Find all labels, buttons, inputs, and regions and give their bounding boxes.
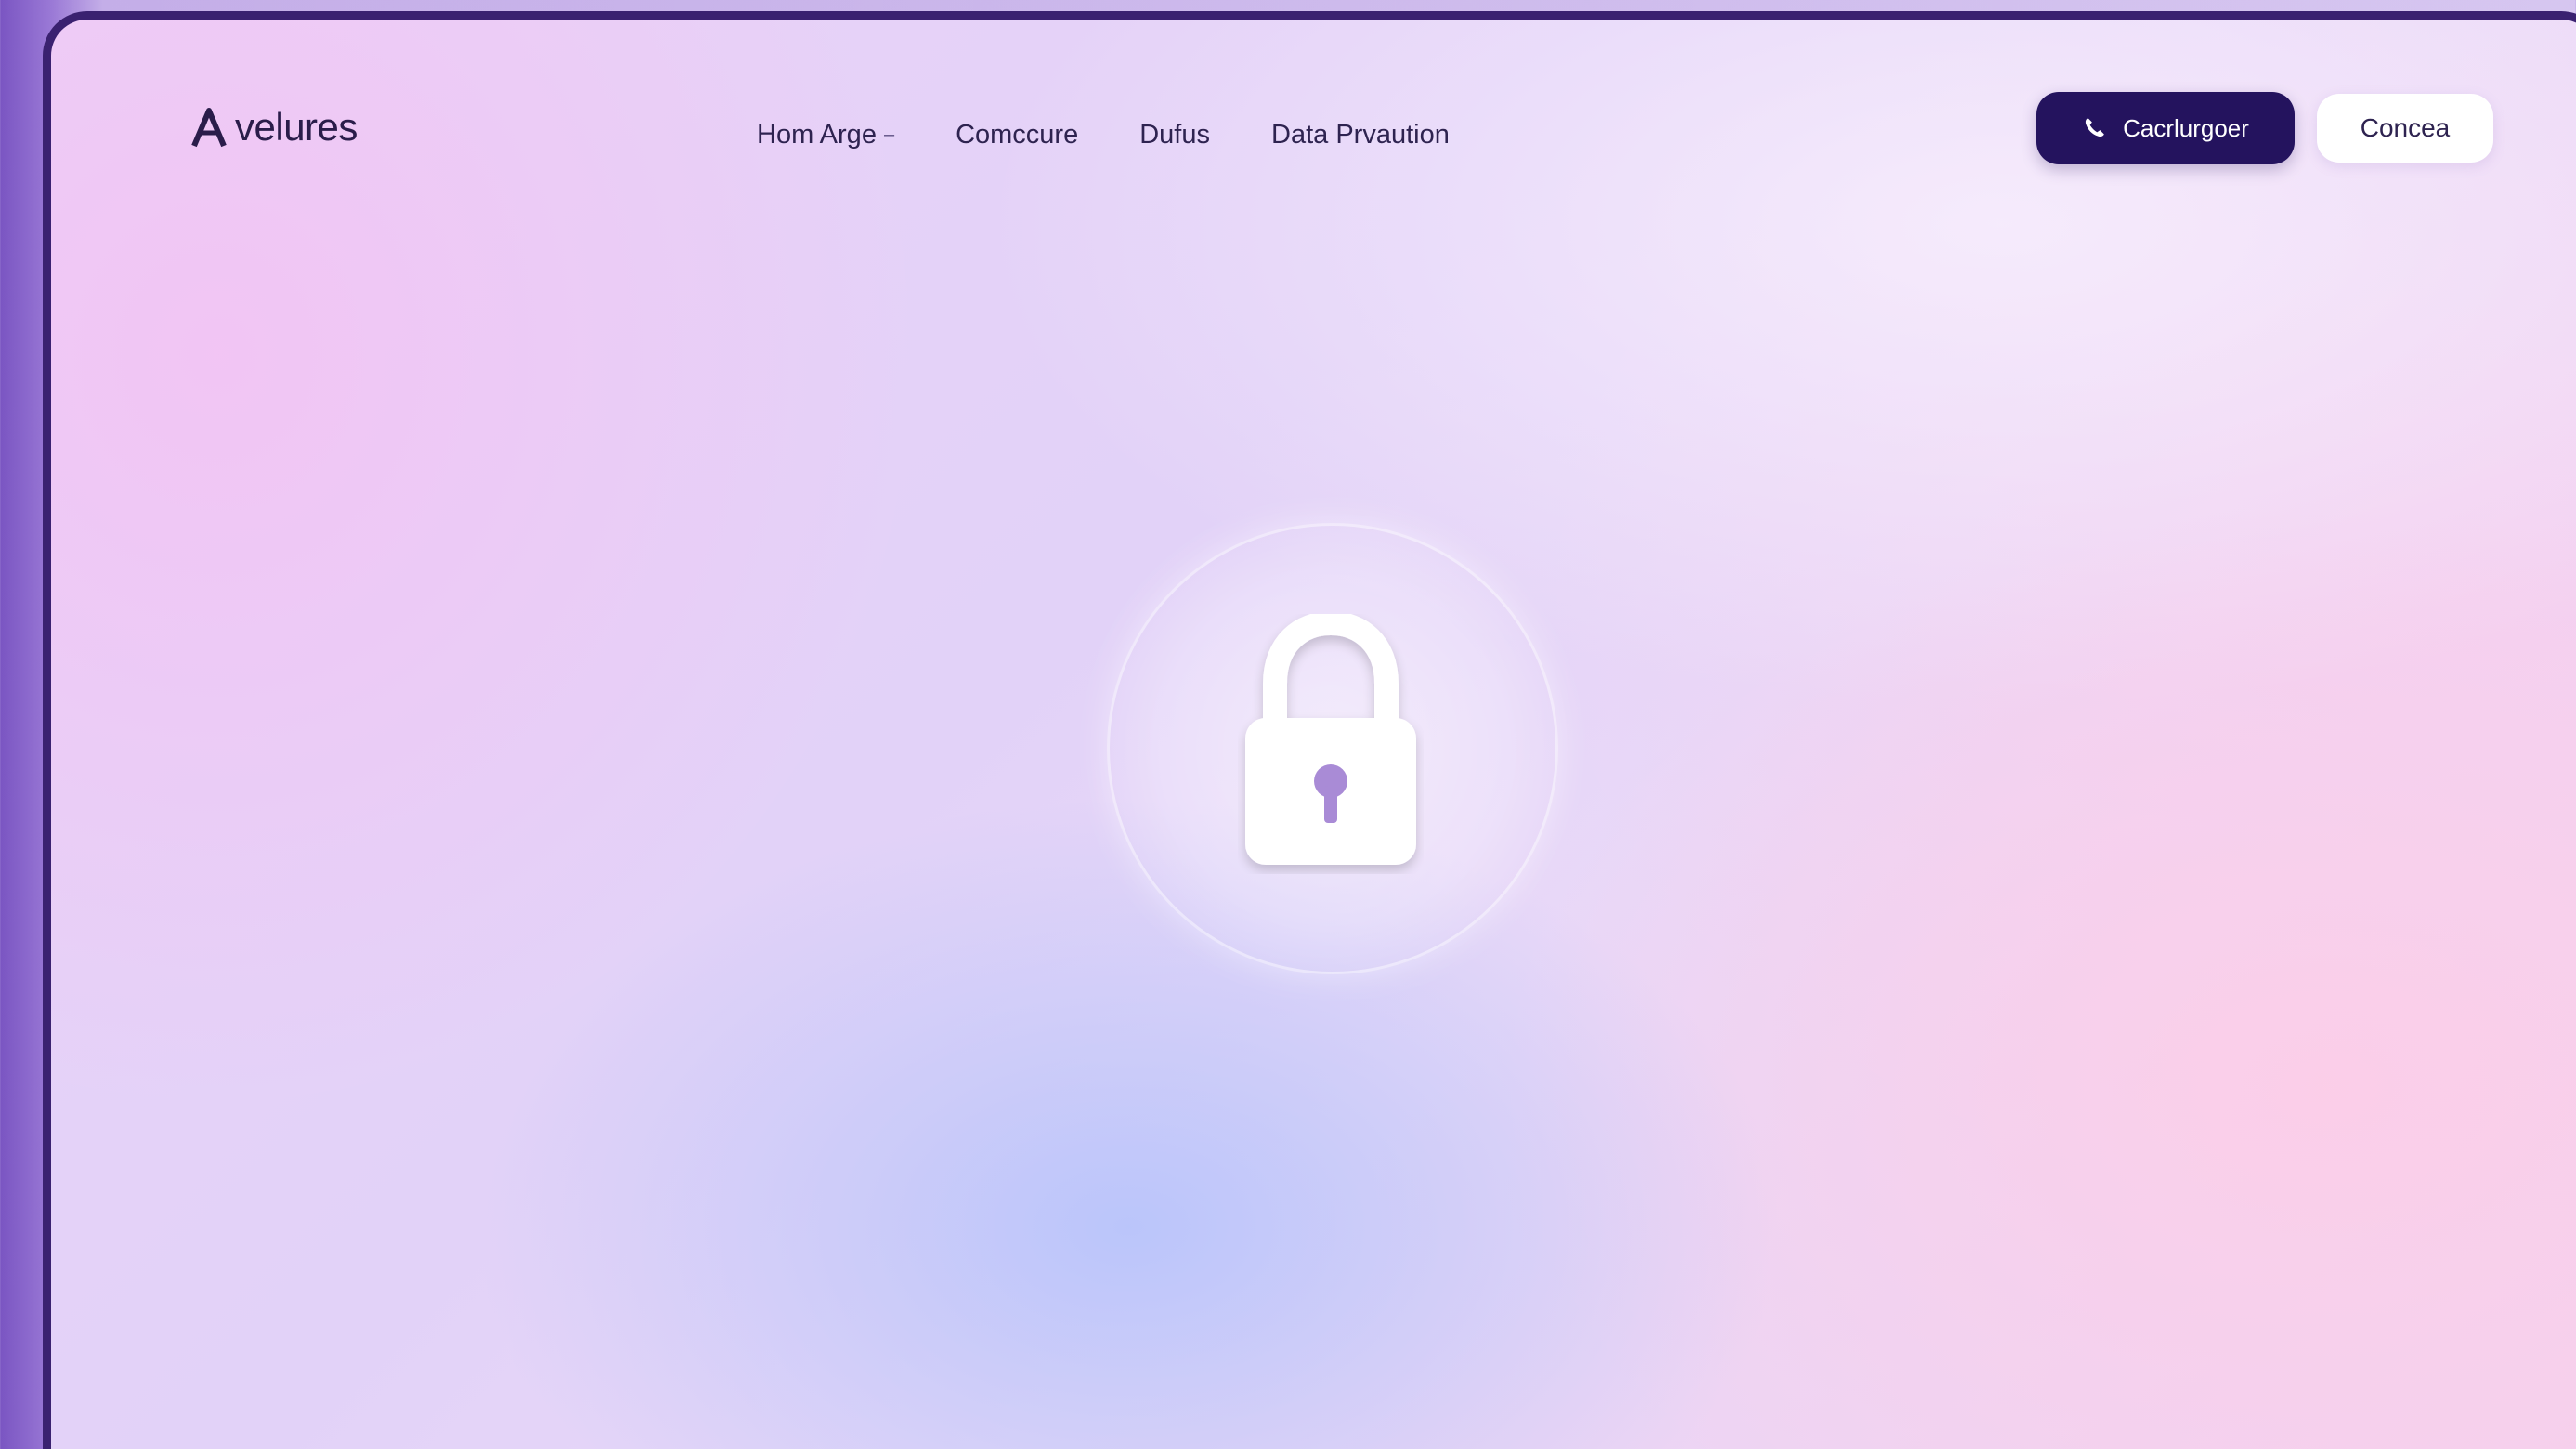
phone-icon <box>2085 118 2104 137</box>
top-navbar: velures Hom Arge – Comccure Dufus Data P… <box>51 20 2576 242</box>
app-window: velures Hom Arge – Comccure Dufus Data P… <box>43 11 2576 1449</box>
lock-icon <box>1245 614 1416 865</box>
nav-item-label: Data Prvaution <box>1271 120 1450 150</box>
nav-item-label: Dufus <box>1139 120 1210 150</box>
secondary-button-label: Concea <box>2360 113 2451 142</box>
nav-item-hom-arge[interactable]: Hom Arge – <box>757 120 894 150</box>
nav-item-label: Hom Arge <box>757 120 877 150</box>
chevron-down-icon: – <box>883 124 895 145</box>
logo-a-mark-icon <box>191 108 227 148</box>
main-navigation: Hom Arge – Comccure Dufus Data Prvaution <box>757 120 1450 150</box>
nav-item-dufus[interactable]: Dufus <box>1139 120 1210 150</box>
nav-item-comccure[interactable]: Comccure <box>956 120 1078 150</box>
brand-logo[interactable]: velures <box>190 105 358 150</box>
nav-item-label: Comccure <box>956 120 1079 150</box>
call-button[interactable]: Cacrlurgoer <box>2036 92 2295 164</box>
nav-item-data-prvaution[interactable]: Data Prvaution <box>1271 120 1450 150</box>
brand-name: velures <box>235 105 358 149</box>
call-button-label: Cacrlurgoer <box>2123 113 2249 142</box>
secondary-button[interactable]: Concea <box>2317 94 2493 163</box>
